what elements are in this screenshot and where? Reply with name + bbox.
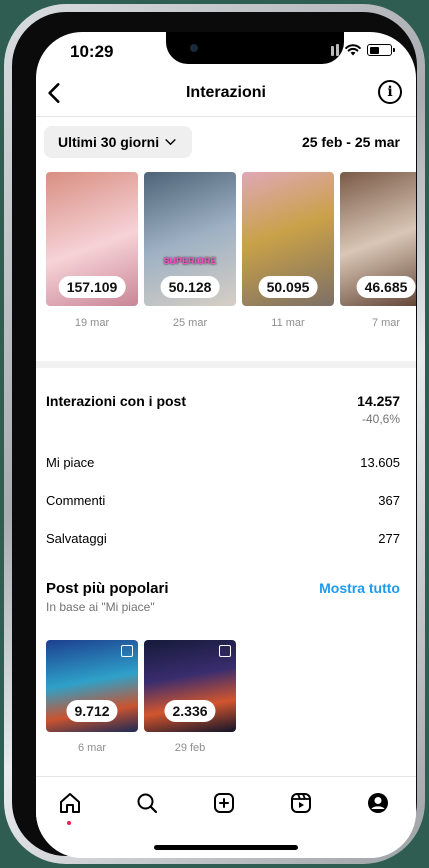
saves-label: Salvataggi xyxy=(46,531,107,546)
reels-icon[interactable] xyxy=(287,789,315,817)
create-icon[interactable] xyxy=(210,789,238,817)
likes-value: 13.605 xyxy=(360,455,400,470)
section-divider xyxy=(36,361,416,368)
top-post-thumbnail[interactable]: 50.095 xyxy=(242,172,334,306)
chevron-down-icon xyxy=(165,138,176,145)
likes-label: Mi piace xyxy=(46,455,95,470)
popular-post-thumbnail[interactable]: 9.712 xyxy=(46,640,138,732)
popular-post-date: 29 feb xyxy=(174,742,206,754)
carousel-icon xyxy=(121,645,133,657)
popular-title: Post più popolari xyxy=(46,580,169,597)
profile-icon[interactable] xyxy=(364,789,392,817)
top-post-tag: SUPERIORE xyxy=(163,256,217,266)
popular-post-count: 9.712 xyxy=(66,700,118,722)
popular-post-date: 6 mar xyxy=(77,742,107,754)
top-post-date: 11 mar xyxy=(271,317,305,329)
popular-post-thumbnail[interactable]: 2.336 xyxy=(144,640,236,732)
top-post-count: 46.685 xyxy=(356,276,416,298)
popular-subtitle: In base ai "Mi piace" xyxy=(46,600,155,614)
interactions-title: Interazioni con i post xyxy=(46,393,187,409)
saves-value: 277 xyxy=(378,531,400,546)
signal-icon xyxy=(321,44,339,56)
top-posts-carousel[interactable]: 157.109 19 mar SUPERIORE 50.128 25 mar 5… xyxy=(36,172,416,352)
top-post-thumbnail[interactable]: 46.685 xyxy=(340,172,416,306)
battery-icon xyxy=(367,44,395,56)
date-filter-label: Ultimi 30 giorni xyxy=(58,134,160,150)
notch xyxy=(166,32,344,64)
comments-value: 367 xyxy=(378,493,400,508)
search-icon[interactable] xyxy=(133,789,161,817)
phone-frame: 10:29 Interazioni i Ultimi 30 giorni 25 … xyxy=(4,4,425,864)
screen: 10:29 Interazioni i Ultimi 30 giorni 25 … xyxy=(36,32,416,858)
date-filter-button[interactable]: Ultimi 30 giorni xyxy=(44,126,193,158)
info-icon[interactable]: i xyxy=(378,80,402,104)
tab-bar xyxy=(36,776,416,858)
carousel-icon xyxy=(219,645,231,657)
header-divider xyxy=(36,116,416,117)
status-time: 10:29 xyxy=(70,42,114,61)
popular-post-count: 2.336 xyxy=(164,700,216,722)
page-title: Interazioni xyxy=(185,84,266,101)
camera-icon xyxy=(190,44,198,52)
show-all-link[interactable]: Mostra tutto xyxy=(319,580,400,596)
date-range: 25 feb - 25 mar xyxy=(301,134,400,150)
top-post-count: 157.109 xyxy=(58,276,126,298)
interactions-total: 14.257 xyxy=(357,393,400,409)
top-post-date: 25 mar xyxy=(172,317,208,329)
top-post-count: 50.128 xyxy=(160,276,220,298)
interactions-change: -40,6% xyxy=(361,412,400,426)
status-icons xyxy=(321,44,395,56)
top-post-count: 50.095 xyxy=(258,276,318,298)
top-post-thumbnail[interactable]: SUPERIORE 50.128 xyxy=(144,172,236,306)
top-post-date: 7 mar xyxy=(371,317,401,329)
wifi-icon xyxy=(345,44,361,56)
header: Interazioni i xyxy=(36,76,416,116)
home-indicator xyxy=(154,845,298,850)
home-icon[interactable] xyxy=(56,789,84,817)
comments-label: Commenti xyxy=(46,493,106,508)
active-indicator xyxy=(67,821,71,825)
top-post-thumbnail[interactable]: 157.109 xyxy=(46,172,138,306)
top-post-date: 19 mar xyxy=(74,317,110,329)
